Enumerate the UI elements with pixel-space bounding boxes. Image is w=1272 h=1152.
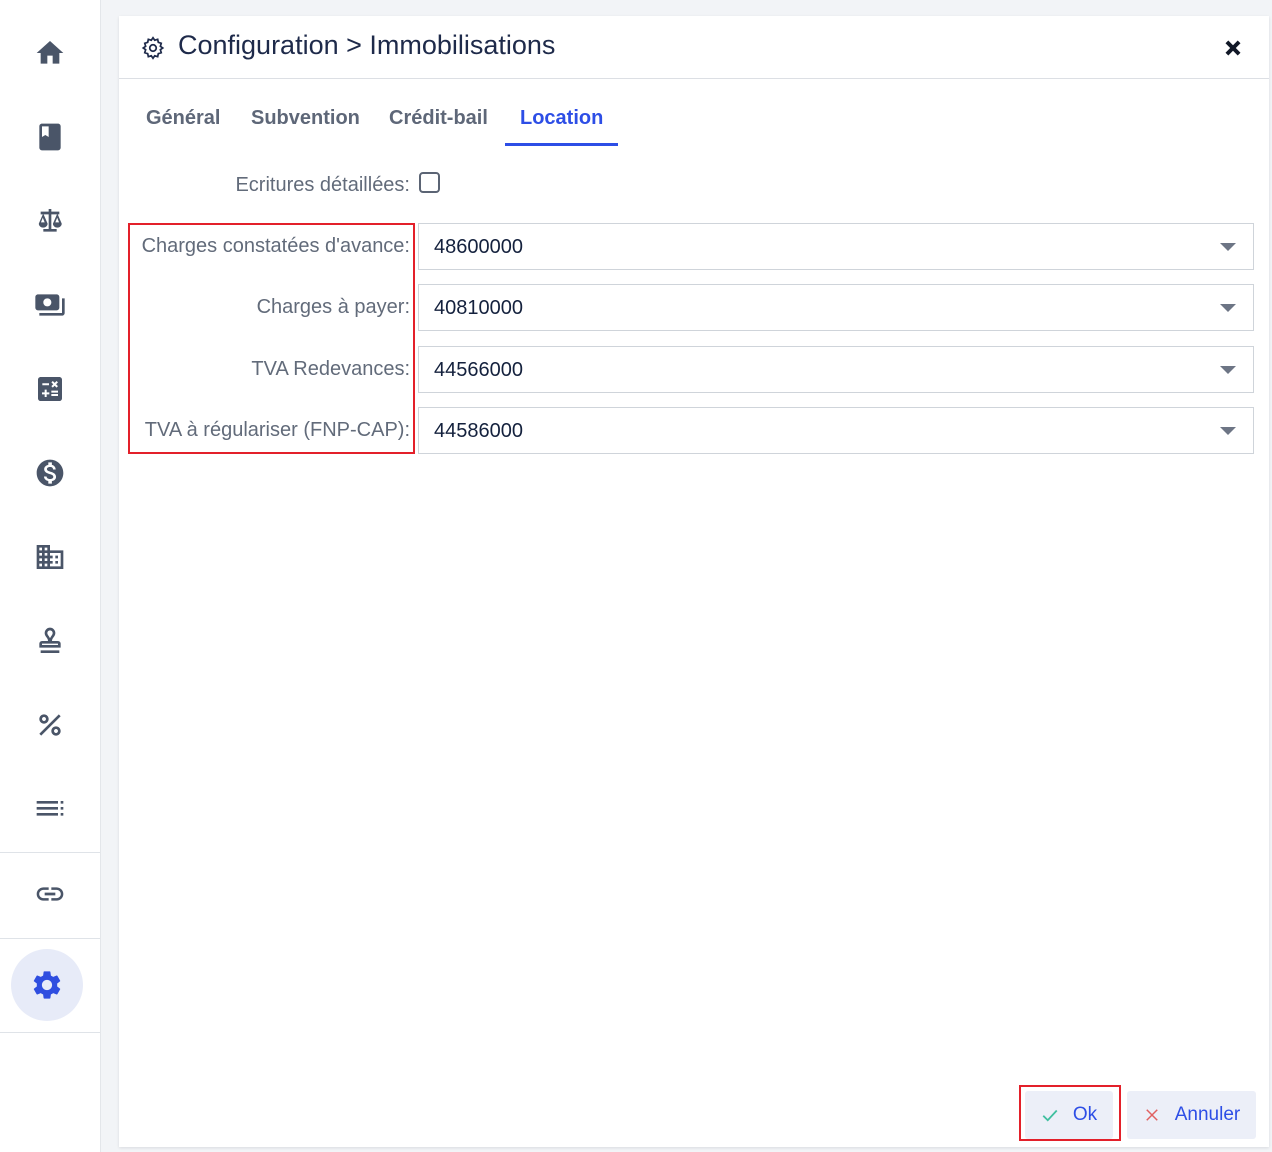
ok-label: Ok — [1072, 1104, 1098, 1125]
tab-general[interactable]: Général — [146, 107, 220, 130]
tab-credit-bail[interactable]: Crédit-bail — [389, 107, 488, 130]
balance-scale-icon — [38, 209, 62, 232]
account-select[interactable]: 48600000 — [418, 223, 1254, 270]
select-value: 40810000 — [434, 297, 523, 319]
active-tab-indicator — [505, 143, 618, 146]
sidebar-item-stamp[interactable] — [0, 605, 100, 677]
list-icon — [36, 801, 64, 816]
close-icon[interactable] — [1221, 36, 1245, 60]
sidebar-separator — [0, 938, 100, 939]
field-label: Charges à payer: — [256, 296, 410, 318]
dialog-header: Configuration > Immobilisations — [119, 16, 1269, 79]
link-icon — [36, 887, 64, 901]
gear-outline-icon — [141, 36, 165, 60]
chevron-down-icon — [1220, 304, 1236, 312]
field-label: TVA Redevances: — [251, 358, 410, 380]
sidebar-item-money[interactable] — [0, 269, 100, 341]
close-x-icon — [1145, 1109, 1158, 1121]
field-label: Charges constatées d'avance: — [141, 235, 410, 257]
cancel-label: Annuler — [1174, 1104, 1241, 1125]
dialog-title: Configuration > Immobilisations — [178, 30, 556, 60]
dollar-icon — [36, 459, 64, 487]
sidebar-item-percent[interactable] — [0, 689, 100, 761]
field-row-tva-redevances: TVA Redevances: 44566000 — [119, 346, 1269, 393]
config-dialog: Configuration > Immobilisations Général … — [119, 16, 1269, 1147]
select-value: 48600000 — [434, 236, 523, 258]
book-icon — [39, 123, 61, 151]
sidebar-item-list[interactable] — [0, 773, 100, 845]
calculator-icon — [38, 377, 62, 401]
chevron-down-icon — [1220, 243, 1236, 251]
sidebar-separator — [0, 1032, 100, 1033]
cancel-button[interactable]: Annuler — [1127, 1091, 1256, 1139]
home-icon — [36, 41, 64, 64]
stamp-icon — [39, 627, 61, 653]
sidebar — [0, 0, 101, 1152]
ok-button[interactable]: Ok — [1025, 1091, 1113, 1139]
sidebar-item-calculator[interactable] — [0, 353, 100, 425]
check-icon — [1042, 1109, 1058, 1122]
field-label: TVA à régulariser (FNP-CAP): — [144, 419, 410, 441]
select-value: 44586000 — [434, 420, 523, 442]
sidebar-item-home[interactable] — [0, 17, 100, 89]
money-icon — [35, 294, 65, 316]
account-select[interactable]: 40810000 — [418, 284, 1254, 331]
field-row-charges-a-payer: Charges à payer: 40810000 — [119, 284, 1269, 331]
account-select[interactable]: 44586000 — [418, 407, 1254, 454]
tab-location[interactable]: Location — [520, 107, 603, 130]
settings-icon — [33, 971, 61, 999]
field-row-tva-a-regulariser: TVA à régulariser (FNP-CAP): 44586000 — [119, 407, 1269, 454]
sidebar-item-book[interactable] — [0, 101, 100, 173]
tab-bar: Général Subvention Crédit-bail Location — [119, 95, 1269, 146]
sidebar-item-settings[interactable] — [11, 949, 83, 1021]
sidebar-item-building[interactable] — [0, 521, 100, 593]
percent-icon — [39, 714, 61, 736]
chevron-down-icon — [1220, 427, 1236, 435]
chevron-down-icon — [1220, 366, 1236, 374]
sidebar-item-link[interactable] — [0, 858, 100, 930]
detailed-entries-row: Ecritures détaillées: — [119, 169, 1269, 201]
tab-subvention[interactable]: Subvention — [251, 107, 360, 130]
building-icon — [36, 545, 64, 569]
detailed-entries-checkbox[interactable] — [419, 172, 440, 193]
select-value: 44566000 — [434, 359, 523, 381]
detailed-entries-label: Ecritures détaillées: — [235, 174, 410, 196]
field-row-charges-constatees: Charges constatées d'avance: 48600000 — [119, 223, 1269, 270]
sidebar-separator — [0, 852, 100, 853]
account-select[interactable]: 44566000 — [418, 346, 1254, 393]
sidebar-item-balance[interactable] — [0, 185, 100, 257]
sidebar-item-dollar[interactable] — [0, 437, 100, 509]
